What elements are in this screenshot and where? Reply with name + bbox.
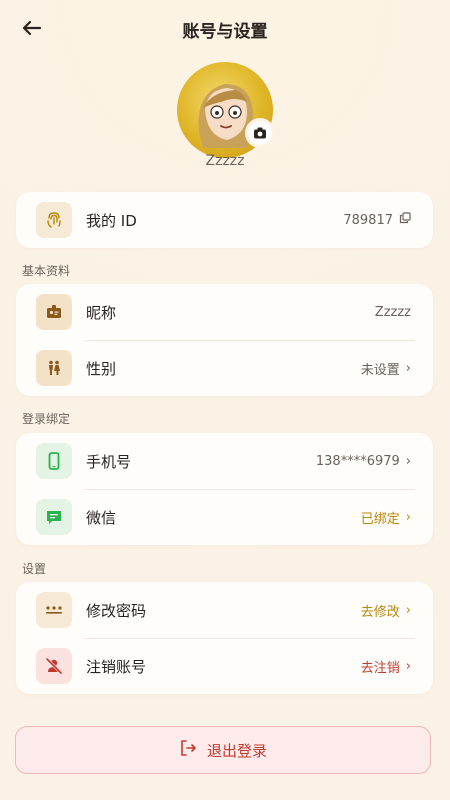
my-id-label: 我的 ID <box>86 211 137 230</box>
password-dots-icon <box>36 592 72 628</box>
change-password-value-group: 去修改 › <box>361 601 411 620</box>
logout-icon <box>179 739 197 761</box>
nickname-label: 昵称 <box>86 303 117 322</box>
my-id-value-group: 789817 <box>343 212 411 228</box>
wechat-label: 微信 <box>86 508 117 527</box>
page-title: 账号与设置 <box>182 22 268 42</box>
binding-card: 手机号 138****6979 › 微信 已绑定 › <box>16 433 433 545</box>
change-password-value: 去修改 <box>360 604 400 620</box>
chevron-right-icon: › <box>405 453 411 469</box>
chevron-right-icon: › <box>405 658 411 674</box>
chevron-right-icon: › <box>405 602 411 618</box>
phone-icon <box>36 443 72 479</box>
section-title-binding: 登录绑定 <box>22 412 71 426</box>
chevron-right-icon: › <box>405 360 411 376</box>
phone-label: 手机号 <box>86 452 132 471</box>
copy-icon[interactable] <box>399 212 411 228</box>
wechat-row[interactable]: 微信 已绑定 › <box>16 489 433 545</box>
logout-button[interactable]: 退出登录 <box>15 726 431 774</box>
phone-value-group: 138****6979 › <box>316 454 411 469</box>
profile-nickname: Zzzzz <box>205 153 245 169</box>
gender-label: 性别 <box>86 359 117 378</box>
delete-account-label: 注销账号 <box>86 657 147 676</box>
my-id-row[interactable]: 我的 ID 789817 <box>16 192 433 248</box>
delete-account-row[interactable]: 注销账号 去注销 › <box>16 638 433 694</box>
chevron-right-icon: › <box>405 509 411 525</box>
phone-value: 138****6979 <box>315 453 400 469</box>
section-title-basic: 基本资料 <box>22 264 71 278</box>
wechat-value-group: 已绑定 › <box>361 508 411 527</box>
logout-label: 退出登录 <box>206 741 267 760</box>
camera-icon[interactable] <box>245 118 275 148</box>
gender-value: 未设置 <box>360 362 400 378</box>
fingerprint-icon <box>36 202 72 238</box>
basic-info-card: 昵称 Zzzzz 性别 未设置 › <box>16 284 433 396</box>
gender-icon <box>36 350 72 386</box>
gender-row[interactable]: 性别 未设置 › <box>16 340 433 396</box>
nickname-value: Zzzzz <box>374 304 411 320</box>
avatar-container[interactable] <box>177 62 275 158</box>
phone-row[interactable]: 手机号 138****6979 › <box>16 433 433 489</box>
section-title-settings: 设置 <box>22 562 47 576</box>
delete-account-value-group: 去注销 › <box>361 657 411 676</box>
user-remove-icon <box>36 648 72 684</box>
change-password-row[interactable]: 修改密码 去修改 › <box>16 582 433 638</box>
header: 账号与设置 <box>0 0 450 56</box>
chat-icon <box>36 499 72 535</box>
id-badge-icon <box>36 294 72 330</box>
change-password-label: 修改密码 <box>86 601 147 620</box>
delete-account-value: 去注销 <box>360 660 400 676</box>
my-id-value: 789817 <box>343 212 393 228</box>
gender-value-group: 未设置 › <box>361 359 411 378</box>
wechat-value: 已绑定 <box>360 511 400 527</box>
nickname-row[interactable]: 昵称 Zzzzz <box>16 284 433 340</box>
settings-card: 修改密码 去修改 › 注销账号 去注销 › <box>16 582 433 694</box>
id-card: 我的 ID 789817 <box>16 192 433 248</box>
